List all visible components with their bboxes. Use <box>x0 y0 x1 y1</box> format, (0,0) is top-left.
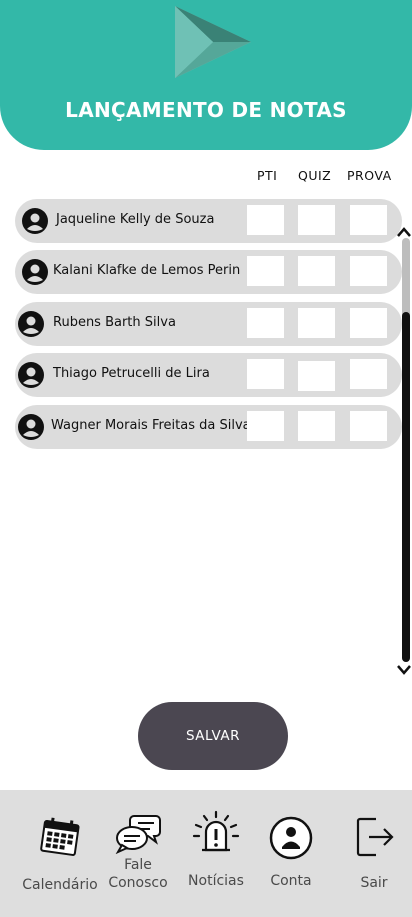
column-header-quiz: QUIZ <box>298 168 332 183</box>
nav-item-calendario[interactable]: Calendário <box>16 816 104 894</box>
nav-item-sair[interactable]: Sair <box>346 814 402 892</box>
student-name: Thiago Petrucelli de Lira <box>53 366 210 381</box>
prova-grade-input[interactable] <box>350 411 387 441</box>
pti-grade-input[interactable] <box>247 308 284 338</box>
bottom-navigation: Calendário Fale Conosco Notícias Conta S… <box>0 790 412 917</box>
student-name: Jaqueline Kelly de Souza <box>56 212 215 227</box>
student-row: Kalani Klafke de Lemos Perin <box>15 250 402 294</box>
nav-label: Conta <box>270 873 312 889</box>
student-row: Jaqueline Kelly de Souza <box>15 199 402 243</box>
quiz-grade-input[interactable] <box>298 308 335 338</box>
prova-grade-input[interactable] <box>350 205 387 235</box>
prova-grade-input[interactable] <box>350 308 387 338</box>
quiz-grade-input[interactable] <box>298 256 335 286</box>
user-avatar-icon <box>18 311 44 337</box>
nav-label: Notícias <box>188 873 244 889</box>
pti-grade-input[interactable] <box>247 411 284 441</box>
scroll-down-arrow-icon[interactable] <box>396 664 412 676</box>
play-triangle-logo <box>175 6 251 78</box>
chat-bubbles-icon <box>115 815 161 854</box>
save-button[interactable]: SALVAR <box>138 702 288 770</box>
alert-icon <box>192 810 240 852</box>
student-row: Rubens Barth Silva <box>15 302 402 346</box>
pti-grade-input[interactable] <box>247 205 284 235</box>
page-title: LANÇAMENTO DE NOTAS <box>65 98 347 122</box>
user-avatar-icon <box>22 259 48 285</box>
logout-icon <box>356 817 394 857</box>
nav-label: Calendário <box>22 877 98 893</box>
student-row: Thiago Petrucelli de Lira <box>15 353 402 397</box>
prova-grade-input[interactable] <box>350 359 387 389</box>
scroll-up-arrow-icon[interactable] <box>396 226 412 238</box>
nav-label: Sair <box>360 875 388 891</box>
nav-label: Fale Conosco <box>108 857 168 891</box>
student-name: Wagner Morais Freitas da Silva <box>51 418 251 433</box>
quiz-grade-input[interactable] <box>298 411 335 441</box>
quiz-grade-input[interactable] <box>298 361 335 391</box>
user-avatar-icon <box>18 414 44 440</box>
user-avatar-icon <box>18 362 44 388</box>
student-name: Kalani Klafke de Lemos Perin <box>53 263 241 278</box>
nav-item-fale-conosco[interactable]: Fale Conosco <box>100 810 176 892</box>
prova-grade-input[interactable] <box>350 256 387 286</box>
pti-grade-input[interactable] <box>247 359 284 389</box>
quiz-grade-input[interactable] <box>298 205 335 235</box>
calendar-icon <box>40 817 80 856</box>
nav-item-noticias[interactable]: Notícias <box>184 810 248 890</box>
user-avatar-icon <box>22 208 48 234</box>
pti-grade-input[interactable] <box>247 256 284 286</box>
student-row: Wagner Morais Freitas da Silva <box>15 405 402 449</box>
column-header-pti: PTI <box>257 168 278 183</box>
account-icon <box>269 816 313 860</box>
scrollbar-thumb[interactable] <box>402 312 410 662</box>
student-name: Rubens Barth Silva <box>53 315 176 330</box>
app-header: LANÇAMENTO DE NOTAS <box>0 0 412 150</box>
nav-item-conta[interactable]: Conta <box>262 816 320 890</box>
column-header-prova: PROVA <box>347 168 392 183</box>
